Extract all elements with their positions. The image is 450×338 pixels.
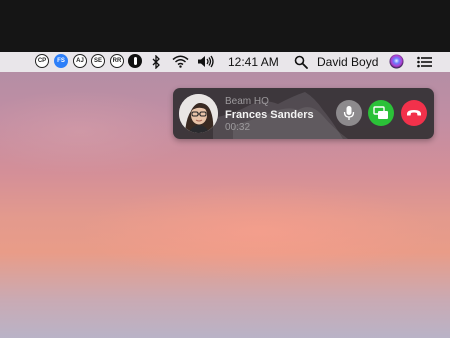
badge-initials: CP bbox=[37, 58, 47, 64]
badge-initials: FS bbox=[57, 58, 65, 64]
badge-initials: AJ bbox=[76, 58, 84, 64]
call-team-name: Beam HQ bbox=[225, 96, 269, 107]
search-icon[interactable] bbox=[294, 55, 308, 69]
hang-up-button[interactable] bbox=[401, 100, 427, 126]
beam-app-icon[interactable] bbox=[128, 54, 142, 68]
microphone-icon bbox=[343, 106, 355, 120]
user-badge-rr[interactable]: RR bbox=[110, 54, 124, 68]
volume-icon[interactable] bbox=[197, 55, 215, 68]
menu-clock[interactable]: 12:41 AM bbox=[228, 55, 279, 69]
user-badge-se[interactable]: SE bbox=[91, 54, 105, 68]
caller-name: Frances Sanders bbox=[225, 109, 314, 121]
mute-button[interactable] bbox=[336, 100, 362, 126]
caller-avatar bbox=[179, 94, 218, 133]
wifi-icon[interactable] bbox=[172, 55, 189, 68]
menu-bar: CP FS AJ SE RR 12:41 AM David Boyd bbox=[0, 52, 450, 72]
call-panel: Beam HQ Frances Sanders 00:32 bbox=[173, 88, 434, 139]
menu-user-name[interactable]: David Boyd bbox=[317, 55, 378, 69]
badge-initials: SE bbox=[93, 58, 102, 64]
badge-initials: RR bbox=[112, 58, 122, 64]
siri-icon[interactable] bbox=[389, 54, 404, 69]
user-badge-cp[interactable]: CP bbox=[35, 54, 49, 68]
call-duration: 00:32 bbox=[225, 122, 251, 133]
screen-share-icon bbox=[373, 106, 388, 119]
user-badge-aj[interactable]: AJ bbox=[73, 54, 87, 68]
hang-up-icon bbox=[407, 110, 421, 116]
caller-portrait bbox=[179, 94, 218, 133]
notification-center-icon[interactable] bbox=[417, 56, 432, 68]
screen-share-button[interactable] bbox=[368, 100, 394, 126]
top-dark-area bbox=[0, 0, 450, 52]
bluetooth-icon[interactable] bbox=[151, 55, 161, 69]
user-badge-fs[interactable]: FS bbox=[54, 54, 68, 68]
